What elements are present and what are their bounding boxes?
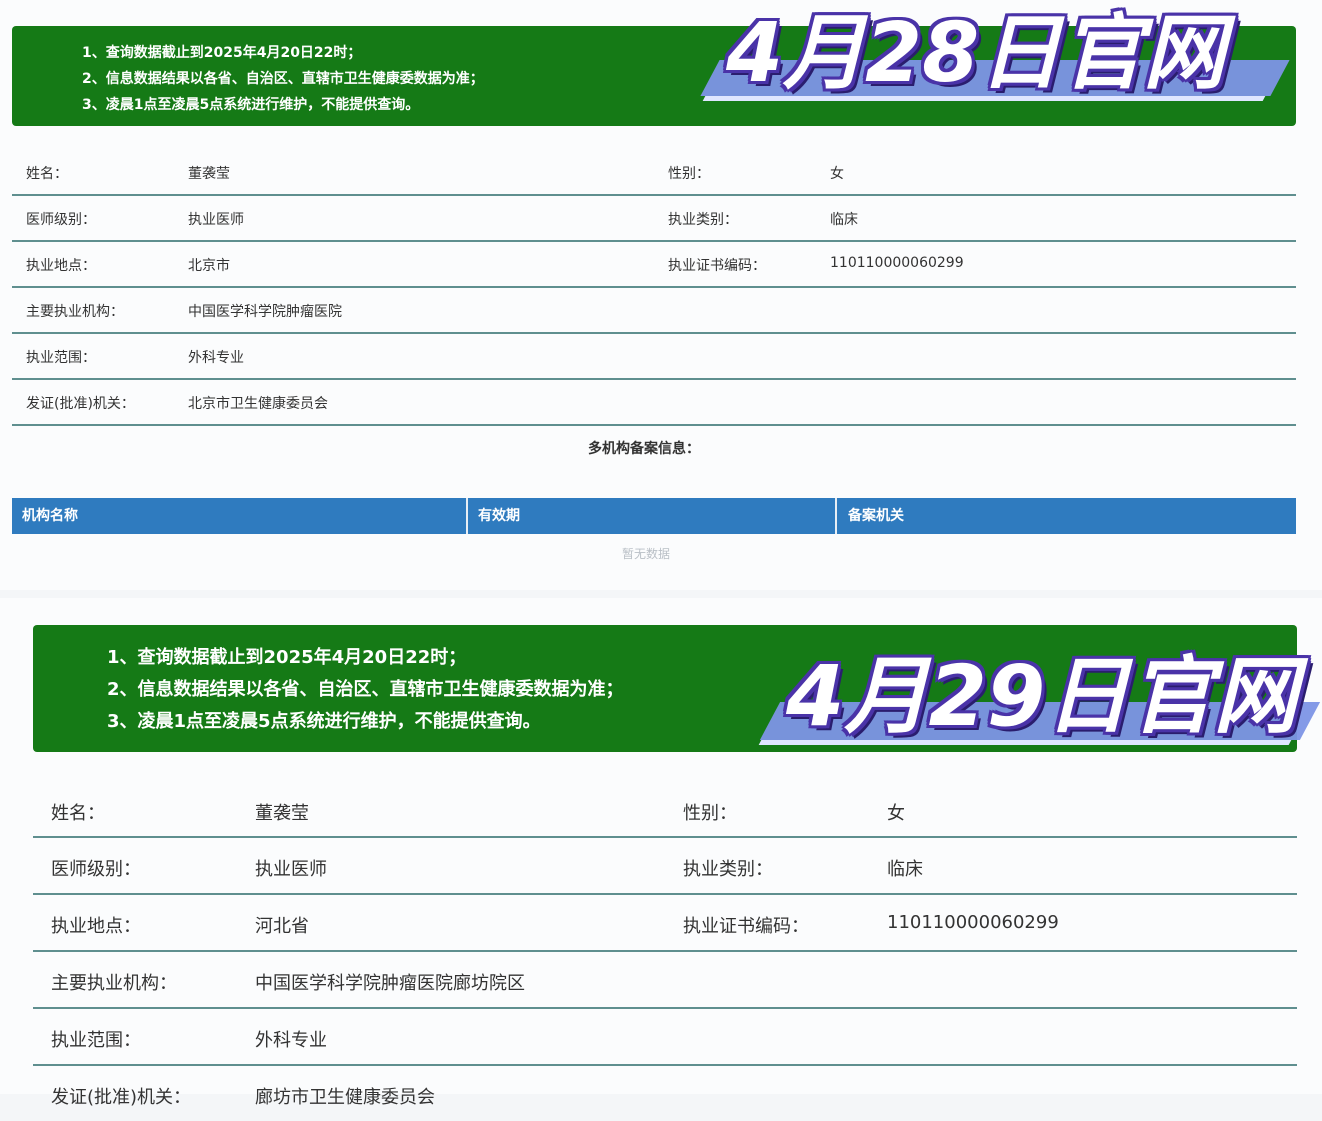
field-value: 110110000060299 (830, 255, 964, 271)
column-divider (835, 498, 837, 534)
field-label: 性别： (683, 803, 737, 824)
field-label: 主要执业机构： (26, 304, 124, 320)
field-value: 临床 (887, 859, 923, 880)
field-label: 性别： (668, 166, 710, 182)
notice-item: 1、查询数据截止到2025年4月20日22时； (82, 45, 362, 61)
field-value: 外科专业 (188, 350, 244, 366)
field-value: 廊坊市卫生健康委员会 (255, 1087, 435, 1108)
field-value: 女 (830, 166, 844, 182)
date-stamp-overlay: 4月29日官网 (750, 644, 1322, 754)
field-label: 医师级别： (26, 212, 96, 228)
column-header-validity[interactable]: 有效期 (478, 498, 520, 534)
field-label: 执业类别： (683, 859, 773, 880)
field-value: 临床 (830, 212, 858, 228)
notice-item: 2、信息数据结果以各省、自治区、直辖市卫生健康委数据为准； (107, 679, 624, 700)
notice-item: 3、凌晨1点至凌晨5点系统进行维护，不能提供查询。 (82, 97, 420, 113)
field-value: 北京市卫生健康委员会 (188, 396, 328, 412)
info-row: 发证(批准)机关： 廊坊市卫生健康委员会 (33, 1067, 1297, 1121)
doctor-info-table: 姓名： 董袭莹 性别： 女 医师级别： 执业医师 执业类别： 临床 执业地点： … (33, 784, 1297, 1108)
column-header-authority[interactable]: 备案机关 (848, 498, 904, 534)
field-value: 110110000060299 (887, 912, 1059, 933)
field-value: 中国医学科学院肿瘤医院廊坊院区 (255, 973, 525, 994)
stamp-text: 4月29日官网 (786, 647, 1298, 745)
multi-institution-title: 多机构备案信息： (588, 441, 700, 457)
info-row: 主要执业机构： 中国医学科学院肿瘤医院 (12, 288, 1296, 334)
info-row: 姓名： 董袭莹 性别： 女 (33, 784, 1297, 838)
info-row: 执业范围： 外科专业 (12, 334, 1296, 380)
field-value: 北京市 (188, 258, 230, 274)
field-label: 姓名： (51, 803, 105, 824)
column-divider (466, 498, 468, 534)
field-label: 执业地点： (51, 916, 141, 937)
info-row: 执业范围： 外科专业 (33, 1010, 1297, 1066)
notice-list: 1、查询数据截止到2025年4月20日22时； 2、信息数据结果以各省、自治区、… (107, 642, 624, 738)
screenshot-apr28: 1、查询数据截止到2025年4月20日22时； 2、信息数据结果以各省、自治区、… (0, 0, 1322, 590)
field-label: 医师级别： (51, 859, 141, 880)
field-label: 执业类别： (668, 212, 738, 228)
screenshot-apr29: 1、查询数据截止到2025年4月20日22时； 2、信息数据结果以各省、自治区、… (0, 598, 1322, 1108)
field-label: 执业范围： (26, 350, 96, 366)
info-row: 发证(批准)机关： 北京市卫生健康委员会 (12, 380, 1296, 426)
field-value: 外科专业 (255, 1030, 327, 1051)
empty-table-message: 暂无数据 (622, 547, 671, 561)
notice-item: 1、查询数据截止到2025年4月20日22时； (107, 647, 467, 668)
field-value: 执业医师 (188, 212, 244, 228)
notice-item: 2、信息数据结果以各省、自治区、直辖市卫生健康委数据为准； (82, 71, 484, 87)
field-value: 女 (887, 803, 905, 824)
institution-table-header: 机构名称 有效期 备案机关 (12, 498, 1296, 534)
info-row: 主要执业机构： 中国医学科学院肿瘤医院廊坊院区 (33, 953, 1297, 1009)
field-label: 发证(批准)机关： (26, 396, 135, 412)
info-row: 医师级别： 执业医师 执业类别： 临床 (33, 839, 1297, 895)
doctor-info-table: 姓名： 董袭莹 性别： 女 医师级别： 执业医师 执业类别： 临床 执业地点： … (12, 150, 1296, 426)
field-label: 执业范围： (51, 1030, 141, 1051)
notice-item: 3、凌晨1点至凌晨5点系统进行维护，不能提供查询。 (107, 711, 541, 732)
field-value: 执业医师 (255, 859, 327, 880)
date-stamp-overlay: 4月28日官网 (690, 4, 1290, 114)
info-row: 执业地点： 河北省 执业证书编码： 110110000060299 (33, 896, 1297, 952)
info-row: 执业地点： 北京市 执业证书编码： 110110000060299 (12, 242, 1296, 288)
field-value: 董袭莹 (188, 166, 230, 182)
info-row: 姓名： 董袭莹 性别： 女 (12, 150, 1296, 196)
notice-list: 1、查询数据截止到2025年4月20日22时； 2、信息数据结果以各省、自治区、… (82, 40, 484, 118)
field-label: 姓名： (26, 166, 68, 182)
field-value: 河北省 (255, 916, 309, 937)
field-label: 发证(批准)机关： (51, 1087, 192, 1108)
info-row: 医师级别： 执业医师 执业类别： 临床 (12, 196, 1296, 242)
field-value: 中国医学科学院肿瘤医院 (188, 304, 342, 320)
column-header-institution[interactable]: 机构名称 (22, 498, 78, 534)
field-label: 主要执业机构： (51, 973, 177, 994)
stamp-text: 4月28日官网 (726, 6, 1226, 101)
field-value: 董袭莹 (255, 803, 309, 824)
field-label: 执业证书编码： (668, 258, 766, 274)
field-label: 执业证书编码： (683, 916, 809, 937)
field-label: 执业地点： (26, 258, 96, 274)
